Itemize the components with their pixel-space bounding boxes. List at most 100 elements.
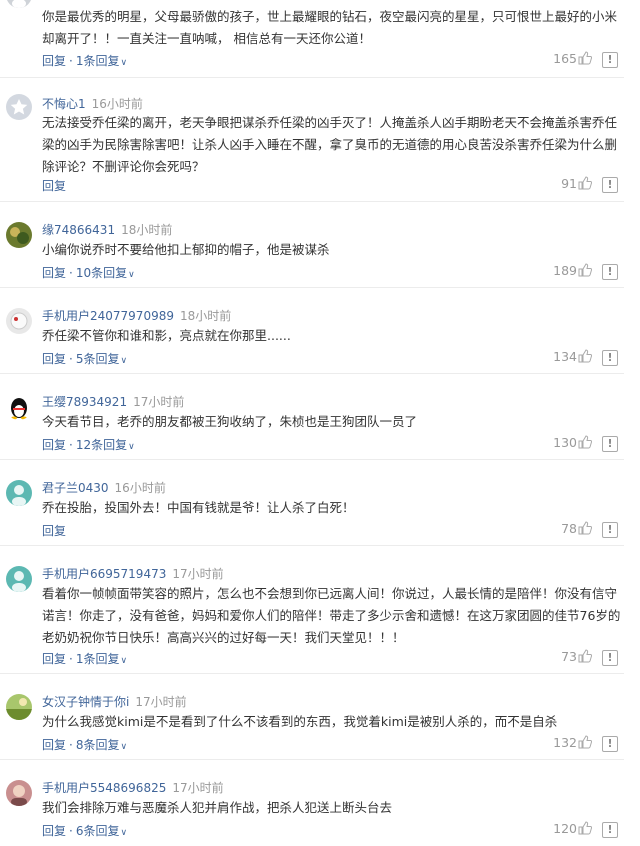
like-button[interactable]: 134 — [553, 349, 593, 366]
report-icon[interactable]: ! — [602, 177, 618, 193]
like-count: 189 — [553, 263, 577, 278]
user-avatar-icon — [6, 566, 32, 592]
view-replies-link[interactable]: 1条回复∨ — [76, 652, 127, 666]
chevron-down-icon: ∨ — [128, 442, 135, 452]
username[interactable]: 王缨78934921 — [42, 395, 127, 409]
like-count: 73 — [561, 649, 577, 664]
like-count: 120 — [553, 821, 577, 836]
chevron-down-icon: ∨ — [120, 828, 128, 838]
chevron-down-icon: ∨ — [120, 58, 128, 68]
comment-item: 手机用户24077970989 18小时前 乔任梁不管你和谁和影，亮点就在你那里.… — [0, 288, 624, 374]
like-count: 132 — [553, 735, 577, 750]
comment-item: 不悔心1 16小时前 无法接受乔任梁的离开，老天争眼把谋杀乔任梁的凶手灭了！人掩盖… — [0, 78, 624, 202]
like-button[interactable]: 91 — [561, 176, 593, 193]
chevron-down-icon: ∨ — [120, 356, 128, 366]
view-replies-link[interactable]: 5条回复∨ — [76, 352, 127, 366]
reply-button[interactable]: 回复 — [42, 824, 66, 838]
avatar[interactable] — [6, 222, 32, 248]
comment-item: 女汉子钟情于你i 17小时前 为什么我感觉kimi是不是看到了什么不该看到的东西，… — [0, 674, 624, 760]
comment-text: 为什么我感觉kimi是不是看到了什么不该看到的东西，我觉着kimi是被别人杀的，… — [42, 714, 558, 729]
thumbs-up-icon — [578, 821, 593, 838]
report-icon[interactable]: ! — [602, 350, 618, 366]
view-replies-link[interactable]: 10条回复∨ — [76, 266, 135, 280]
avatar[interactable] — [6, 394, 32, 420]
avatar[interactable] — [6, 94, 32, 120]
timestamp: 18小时前 — [121, 223, 173, 237]
chevron-down-icon: ∨ — [120, 742, 128, 752]
report-icon[interactable]: ! — [602, 822, 618, 838]
reply-button[interactable]: 回复 — [42, 438, 66, 452]
username[interactable]: 手机用户6695719473 — [42, 567, 166, 581]
reply-button[interactable]: 回复 — [42, 524, 66, 538]
username[interactable]: 缘74866431 — [42, 223, 115, 237]
thumbs-up-icon — [578, 649, 593, 666]
thumbs-up-icon — [578, 51, 593, 68]
reply-button[interactable]: 回复 — [42, 652, 66, 666]
avatar[interactable] — [6, 694, 32, 720]
view-replies-link[interactable]: 6条回复∨ — [76, 824, 127, 838]
user-avatar-icon — [6, 0, 32, 8]
like-button[interactable]: 165 — [553, 51, 593, 68]
username[interactable]: 手机用户5548696825 — [42, 781, 166, 795]
view-replies-link[interactable]: 1条回复∨ — [76, 54, 127, 68]
like-button[interactable]: 189 — [553, 263, 593, 280]
comment-text: 看着你一帧帧面带笑容的照片，怎么也不会想到你已远离人间！你说过，人最长情的是陪伴… — [42, 586, 621, 645]
comment-item: 手机用户6695719473 17小时前 看着你一帧帧面带笑容的照片，怎么也不会想… — [0, 546, 624, 674]
penguin-avatar-icon — [6, 394, 32, 420]
comment-item: 缘74866431 18小时前 小编你说乔时不要给他扣上郁抑的帽子，他是被谋杀 回… — [0, 202, 624, 288]
comment-text: 乔在投胎，投国外去！中国有钱就是爷！让人杀了白死！ — [42, 500, 355, 515]
avatar[interactable] — [6, 566, 32, 592]
like-button[interactable]: 120 — [553, 821, 593, 838]
comment-text: 小编你说乔时不要给他扣上郁抑的帽子，他是被谋杀 — [42, 242, 330, 257]
like-button[interactable]: 78 — [561, 521, 593, 538]
avatar[interactable] — [6, 480, 32, 506]
like-count: 91 — [561, 176, 577, 191]
reply-button[interactable]: 回复 — [42, 738, 66, 752]
thumbs-up-icon — [578, 435, 593, 452]
username[interactable]: 手机用户24077970989 — [42, 309, 174, 323]
like-button[interactable]: 130 — [553, 435, 593, 452]
timestamp: 17小时前 — [135, 695, 187, 709]
thumbs-up-icon — [578, 735, 593, 752]
report-icon[interactable]: ! — [602, 522, 618, 538]
comment-text: 无法接受乔任梁的离开，老天争眼把谋杀乔任梁的凶手灭了！人掩盖杀人凶手期盼老天不会… — [42, 115, 618, 174]
reply-button[interactable]: 回复 — [42, 179, 66, 193]
username[interactable]: 君子兰0430 — [42, 481, 109, 495]
user-avatar-icon — [6, 308, 32, 334]
comment-feed: 你是最优秀的明星，父母最骄傲的孩子，世上最耀眼的钻石，夜空最闪亮的星星，只可恨世… — [0, 0, 640, 840]
reply-button[interactable]: 回复 — [42, 266, 66, 280]
avatar[interactable] — [6, 780, 32, 806]
like-button[interactable]: 132 — [553, 735, 593, 752]
reply-button[interactable]: 回复 — [42, 352, 66, 366]
user-avatar-icon — [6, 480, 32, 506]
report-icon[interactable]: ! — [602, 736, 618, 752]
user-avatar-icon — [6, 780, 32, 806]
comment-text: 我们会排除万难与恶魔杀人犯并肩作战，把杀人犯送上断头台去 — [42, 800, 393, 815]
report-icon[interactable]: ! — [602, 650, 618, 666]
view-replies-link[interactable]: 12条回复∨ — [76, 438, 135, 452]
comment-item: 君子兰0430 16小时前 乔在投胎，投国外去！中国有钱就是爷！让人杀了白死！ 回… — [0, 460, 624, 546]
comment-item: 你是最优秀的明星，父母最骄傲的孩子，世上最耀眼的钻石，夜空最闪亮的星星，只可恨世… — [0, 0, 624, 78]
report-icon[interactable]: ! — [602, 436, 618, 452]
chevron-down-icon: ∨ — [120, 656, 128, 666]
reply-button[interactable]: 回复 — [42, 54, 66, 68]
username[interactable]: 女汉子钟情于你i — [42, 695, 129, 709]
user-avatar-icon — [6, 94, 32, 120]
like-button[interactable]: 73 — [561, 649, 593, 666]
user-avatar-icon — [6, 694, 32, 720]
report-icon[interactable]: ! — [602, 52, 618, 68]
avatar[interactable] — [6, 308, 32, 334]
view-replies-link[interactable]: 8条回复∨ — [76, 738, 127, 752]
timestamp: 17小时前 — [172, 781, 224, 795]
avatar[interactable] — [6, 0, 32, 8]
comment-text: 乔任梁不管你和谁和影，亮点就在你那里...... — [42, 328, 291, 343]
thumbs-up-icon — [578, 176, 593, 193]
like-count: 165 — [553, 51, 577, 66]
comment-item: 王缨78934921 17小时前 今天看节目，老乔的朋友都被王狗收纳了，朱桢也是王… — [0, 374, 624, 460]
timestamp: 16小时前 — [114, 481, 166, 495]
report-icon[interactable]: ! — [602, 264, 618, 280]
username[interactable]: 不悔心1 — [42, 97, 86, 111]
like-count: 130 — [553, 435, 577, 450]
thumbs-up-icon — [578, 263, 593, 280]
thumbs-up-icon — [578, 349, 593, 366]
